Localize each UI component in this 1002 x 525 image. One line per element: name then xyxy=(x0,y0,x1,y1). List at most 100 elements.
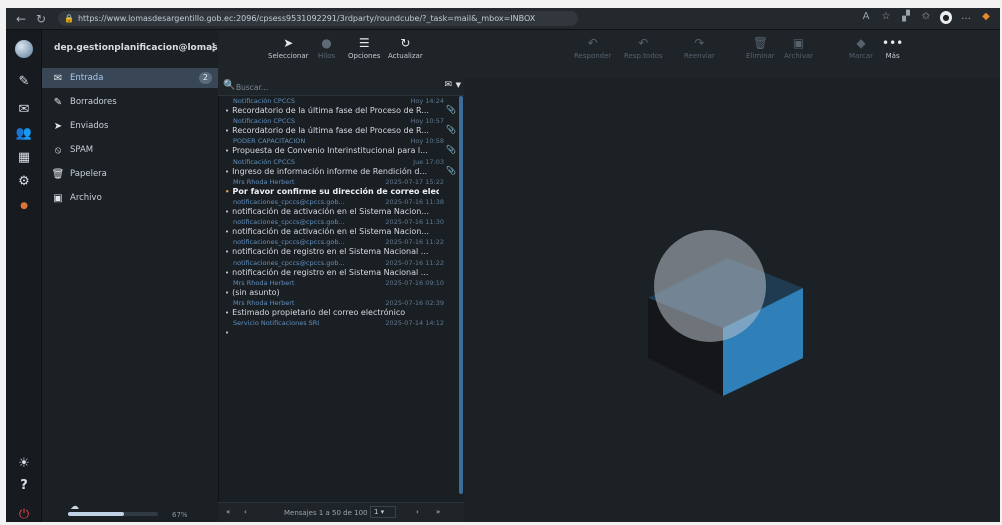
next-page-button[interactable]: › xyxy=(416,508,419,516)
message-from: Mrs Rhoda Herbert xyxy=(233,298,295,307)
message-subject: • (sin asunto) xyxy=(225,287,280,297)
extension-puzzle-icon[interactable]: ▞ xyxy=(900,11,912,24)
threads-button[interactable]: ● Hilos xyxy=(318,36,335,60)
contacts-icon[interactable]: 👥 xyxy=(14,124,34,144)
message-row[interactable]: notificaciones_cpccs@cpccs.gob... 2025-07… xyxy=(219,237,458,257)
search-scope-mail-icon[interactable]: ✉ xyxy=(444,80,452,90)
message-date: Hoy 14:24 xyxy=(410,97,444,105)
folder-entrada[interactable]: ✉ Entrada 2 xyxy=(42,68,218,88)
message-from: notificaciones_cpccs@cpccs.gob... xyxy=(233,258,345,267)
more-button[interactable]: ••• Más xyxy=(882,36,903,60)
copilot-icon[interactable]: ◆ xyxy=(980,11,992,24)
scrollbar-thumb[interactable] xyxy=(459,96,463,494)
message-row[interactable]: notificaciones_cpccs@cpccs.gob... 2025-07… xyxy=(219,217,458,237)
send-icon: ➤ xyxy=(53,120,63,132)
forward-button[interactable]: ↷ Reenviar xyxy=(684,36,715,60)
mail-icon[interactable]: ✉ xyxy=(14,100,34,120)
options-button[interactable]: ☰ Opciones xyxy=(348,36,380,60)
message-date: 2025-07-16 11:22 xyxy=(385,238,444,247)
trash-icon: 🗑 xyxy=(51,168,65,180)
message-subject: • Recordatorio de la última fase del Proc… xyxy=(225,106,429,115)
mark-button[interactable]: ◆ Marcar xyxy=(849,36,873,60)
message-row[interactable]: PODER CAPACITACION Hoy 10:58 • Propuesta de… xyxy=(219,136,458,156)
message-row[interactable]: Notificación CPCCS Jue 17:03 • Ingreso de i… xyxy=(219,157,458,177)
select-button[interactable]: ➤ Seleccionar xyxy=(268,36,309,60)
settings-gear-icon[interactable]: ⚙ xyxy=(14,172,34,192)
attachment-paperclip-icon: 📎 xyxy=(446,165,456,175)
folder-label: SPAM xyxy=(70,145,94,155)
reply-icon: ↶ xyxy=(587,36,598,50)
folder-spam[interactable]: ⦸ SPAM xyxy=(42,140,218,160)
message-date: 2025-07-16 11:22 xyxy=(385,258,444,267)
message-list: Notificación CPCCS Hoy 14:24 • Recordatorio… xyxy=(218,96,458,502)
profile-extension-icon[interactable]: ● xyxy=(940,11,952,24)
roundcube-logo[interactable] xyxy=(15,40,33,58)
reply-all-icon: ↶ xyxy=(638,36,649,50)
message-row[interactable]: Mrs Rhoda Herbert 2025-07-16 09:10 • (sin a… xyxy=(219,278,458,298)
message-row[interactable]: Servicio Notificaciones SRI 2025-07-14 14… xyxy=(219,318,458,338)
message-date: 2025-07-16 02:39 xyxy=(385,298,444,307)
quota-bar-fill xyxy=(68,512,124,516)
status-dot-icon: • xyxy=(225,147,230,156)
message-date: 2025-07-16 11:38 xyxy=(385,197,444,206)
compose-icon[interactable]: ✎ xyxy=(14,72,34,92)
reading-pane xyxy=(464,78,1000,522)
options-list-icon: ☰ xyxy=(358,36,370,50)
message-row[interactable]: Mrs Rhoda Herbert 2025-07-16 02:39 • Estima… xyxy=(219,298,458,318)
spam-icon: ⦸ xyxy=(54,144,62,156)
message-row[interactable]: notificaciones_cpccs@cpccs.gob... 2025-07… xyxy=(219,258,458,278)
folder-label: Borradores xyxy=(70,97,117,107)
message-row[interactable]: Mrs Rhoda Herbert 2025-07-17 15:22 • Por fa… xyxy=(219,177,458,197)
reply-button[interactable]: ↶ Responder xyxy=(574,36,611,60)
trash-icon: 🗑 xyxy=(752,36,768,50)
page-select[interactable]: 1 ▾ xyxy=(370,506,396,518)
archive-button[interactable]: ▣ Archivar xyxy=(784,36,813,60)
last-page-button[interactable]: » xyxy=(436,508,440,516)
prev-page-button[interactable]: ‹ xyxy=(244,508,247,516)
reply-all-button[interactable]: ↶ Resp.todos xyxy=(624,36,663,60)
message-from: Notificación CPCCS xyxy=(233,97,296,105)
address-bar[interactable]: 🔒 https://www.lomasdesargentillo.gob.ec:… xyxy=(58,11,578,26)
status-dot-icon: • xyxy=(225,268,230,277)
message-subject: • Propuesta de Convenio Interinstituciona… xyxy=(225,146,428,156)
status-dot-icon: • xyxy=(225,329,230,338)
message-row[interactable]: Notificación CPCCS Hoy 14:24 • Recordatorio… xyxy=(219,96,458,116)
folder-label: Archivo xyxy=(70,193,102,203)
help-icon[interactable]: ? xyxy=(14,476,34,496)
calendar-icon[interactable]: ▦ xyxy=(14,148,34,168)
read-aloud-icon[interactable]: A xyxy=(860,11,872,24)
inbox-icon: ✉ xyxy=(53,72,63,84)
folder-archivo[interactable]: ▣ Archivo xyxy=(42,188,218,208)
back-icon[interactable]: ← xyxy=(14,12,28,26)
status-dot-icon: • xyxy=(225,288,230,297)
favorites-icon[interactable]: ✩ xyxy=(920,11,932,24)
unread-count-badge: 2 xyxy=(198,72,212,84)
folder-papelera[interactable]: 🗑 Papelera xyxy=(42,164,218,184)
message-from: Notificación CPCCS xyxy=(233,157,296,166)
browser-menu-icon[interactable]: … xyxy=(960,11,972,24)
first-page-button[interactable]: « xyxy=(226,508,230,516)
refresh-button[interactable]: ↻ Actualizar xyxy=(388,36,423,60)
theme-sun-icon[interactable]: ☀ xyxy=(14,454,34,474)
logout-power-icon[interactable]: ⏻ xyxy=(14,505,34,522)
attachment-paperclip-icon: 📎 xyxy=(446,125,456,135)
reload-icon[interactable]: ↻ xyxy=(34,12,48,26)
list-pager: « ‹ Mensajes 1 a 50 de 100 1 ▾ › » xyxy=(218,502,464,522)
message-date: 2025-07-17 15:22 xyxy=(385,177,444,186)
message-row[interactable]: Notificación CPCCS Hoy 10:57 • Recordatorio… xyxy=(219,116,458,136)
notification-dot-icon: ● xyxy=(20,201,28,211)
message-subject: • Ingreso de información informe de Rendi… xyxy=(225,166,428,176)
message-date: Hoy 10:57 xyxy=(410,117,444,126)
message-date: Hoy 10:58 xyxy=(410,137,444,146)
favorite-star-icon[interactable]: ☆ xyxy=(880,11,892,24)
url-text: https://www.lomasdesargentillo.gob.ec:20… xyxy=(77,14,536,23)
folder-enviados[interactable]: ➤ Enviados xyxy=(42,116,218,136)
message-row[interactable]: notificaciones_cpccs@cpccs.gob... 2025-07… xyxy=(219,197,458,217)
delete-button[interactable]: 🗑 Eliminar xyxy=(746,36,775,60)
status-dot-icon: • xyxy=(225,248,230,257)
search-input[interactable] xyxy=(236,81,416,93)
folder-borradores[interactable]: ✎ Borradores xyxy=(42,92,218,112)
search-icon[interactable]: 🔍 xyxy=(223,80,235,91)
search-options-chevron-icon[interactable]: ▼ xyxy=(456,81,461,89)
attachment-paperclip-icon: 📎 xyxy=(446,145,456,155)
